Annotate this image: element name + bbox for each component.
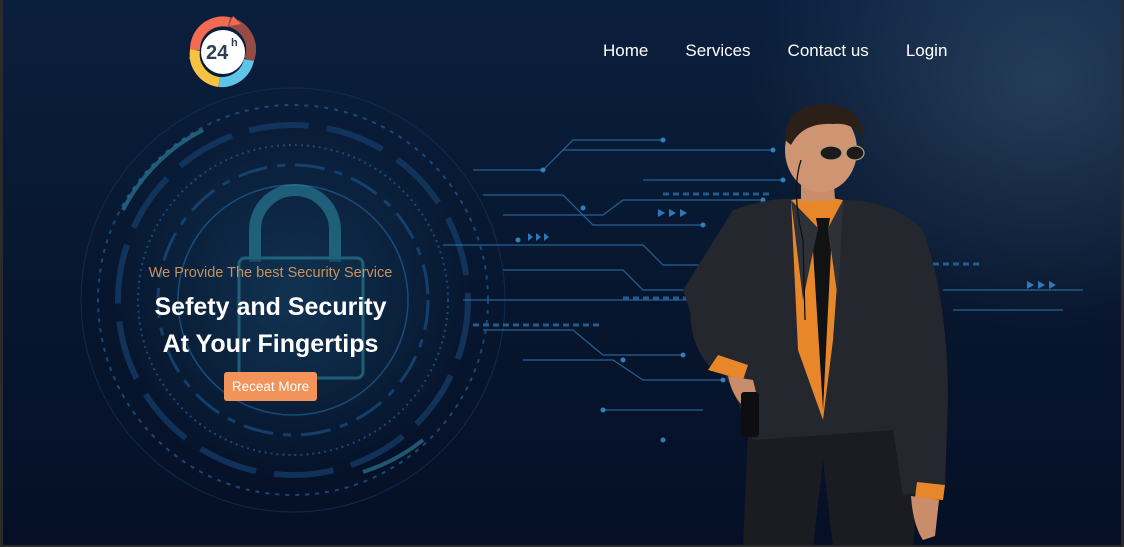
hero-section: 24 h Home Services Contact us Login We P…: [0, 0, 1124, 547]
hero-content: We Provide The best Security Service Sef…: [133, 265, 408, 401]
main-nav: Home Services Contact us Login: [603, 41, 984, 61]
hero-tagline: We Provide The best Security Service: [148, 265, 393, 281]
nav-home-link[interactable]: Home: [603, 41, 648, 61]
nav-login-link[interactable]: Login: [906, 41, 948, 61]
nav-contact-link[interactable]: Contact us: [788, 41, 869, 61]
logo-superscript: h: [231, 37, 238, 49]
read-more-button[interactable]: Receat More: [223, 372, 318, 401]
nav-services-link[interactable]: Services: [685, 41, 750, 61]
hero-headline-line2: At Your Fingertips: [162, 330, 379, 358]
logo-text: 24: [206, 42, 229, 64]
24h-logo-icon[interactable]: 24 h: [185, 14, 261, 90]
security-guard-image: [683, 104, 948, 545]
hero-headline-line1: Sefety and Security: [154, 293, 387, 321]
hero-headline: Sefety and Security At Your Fingertips: [133, 289, 408, 363]
